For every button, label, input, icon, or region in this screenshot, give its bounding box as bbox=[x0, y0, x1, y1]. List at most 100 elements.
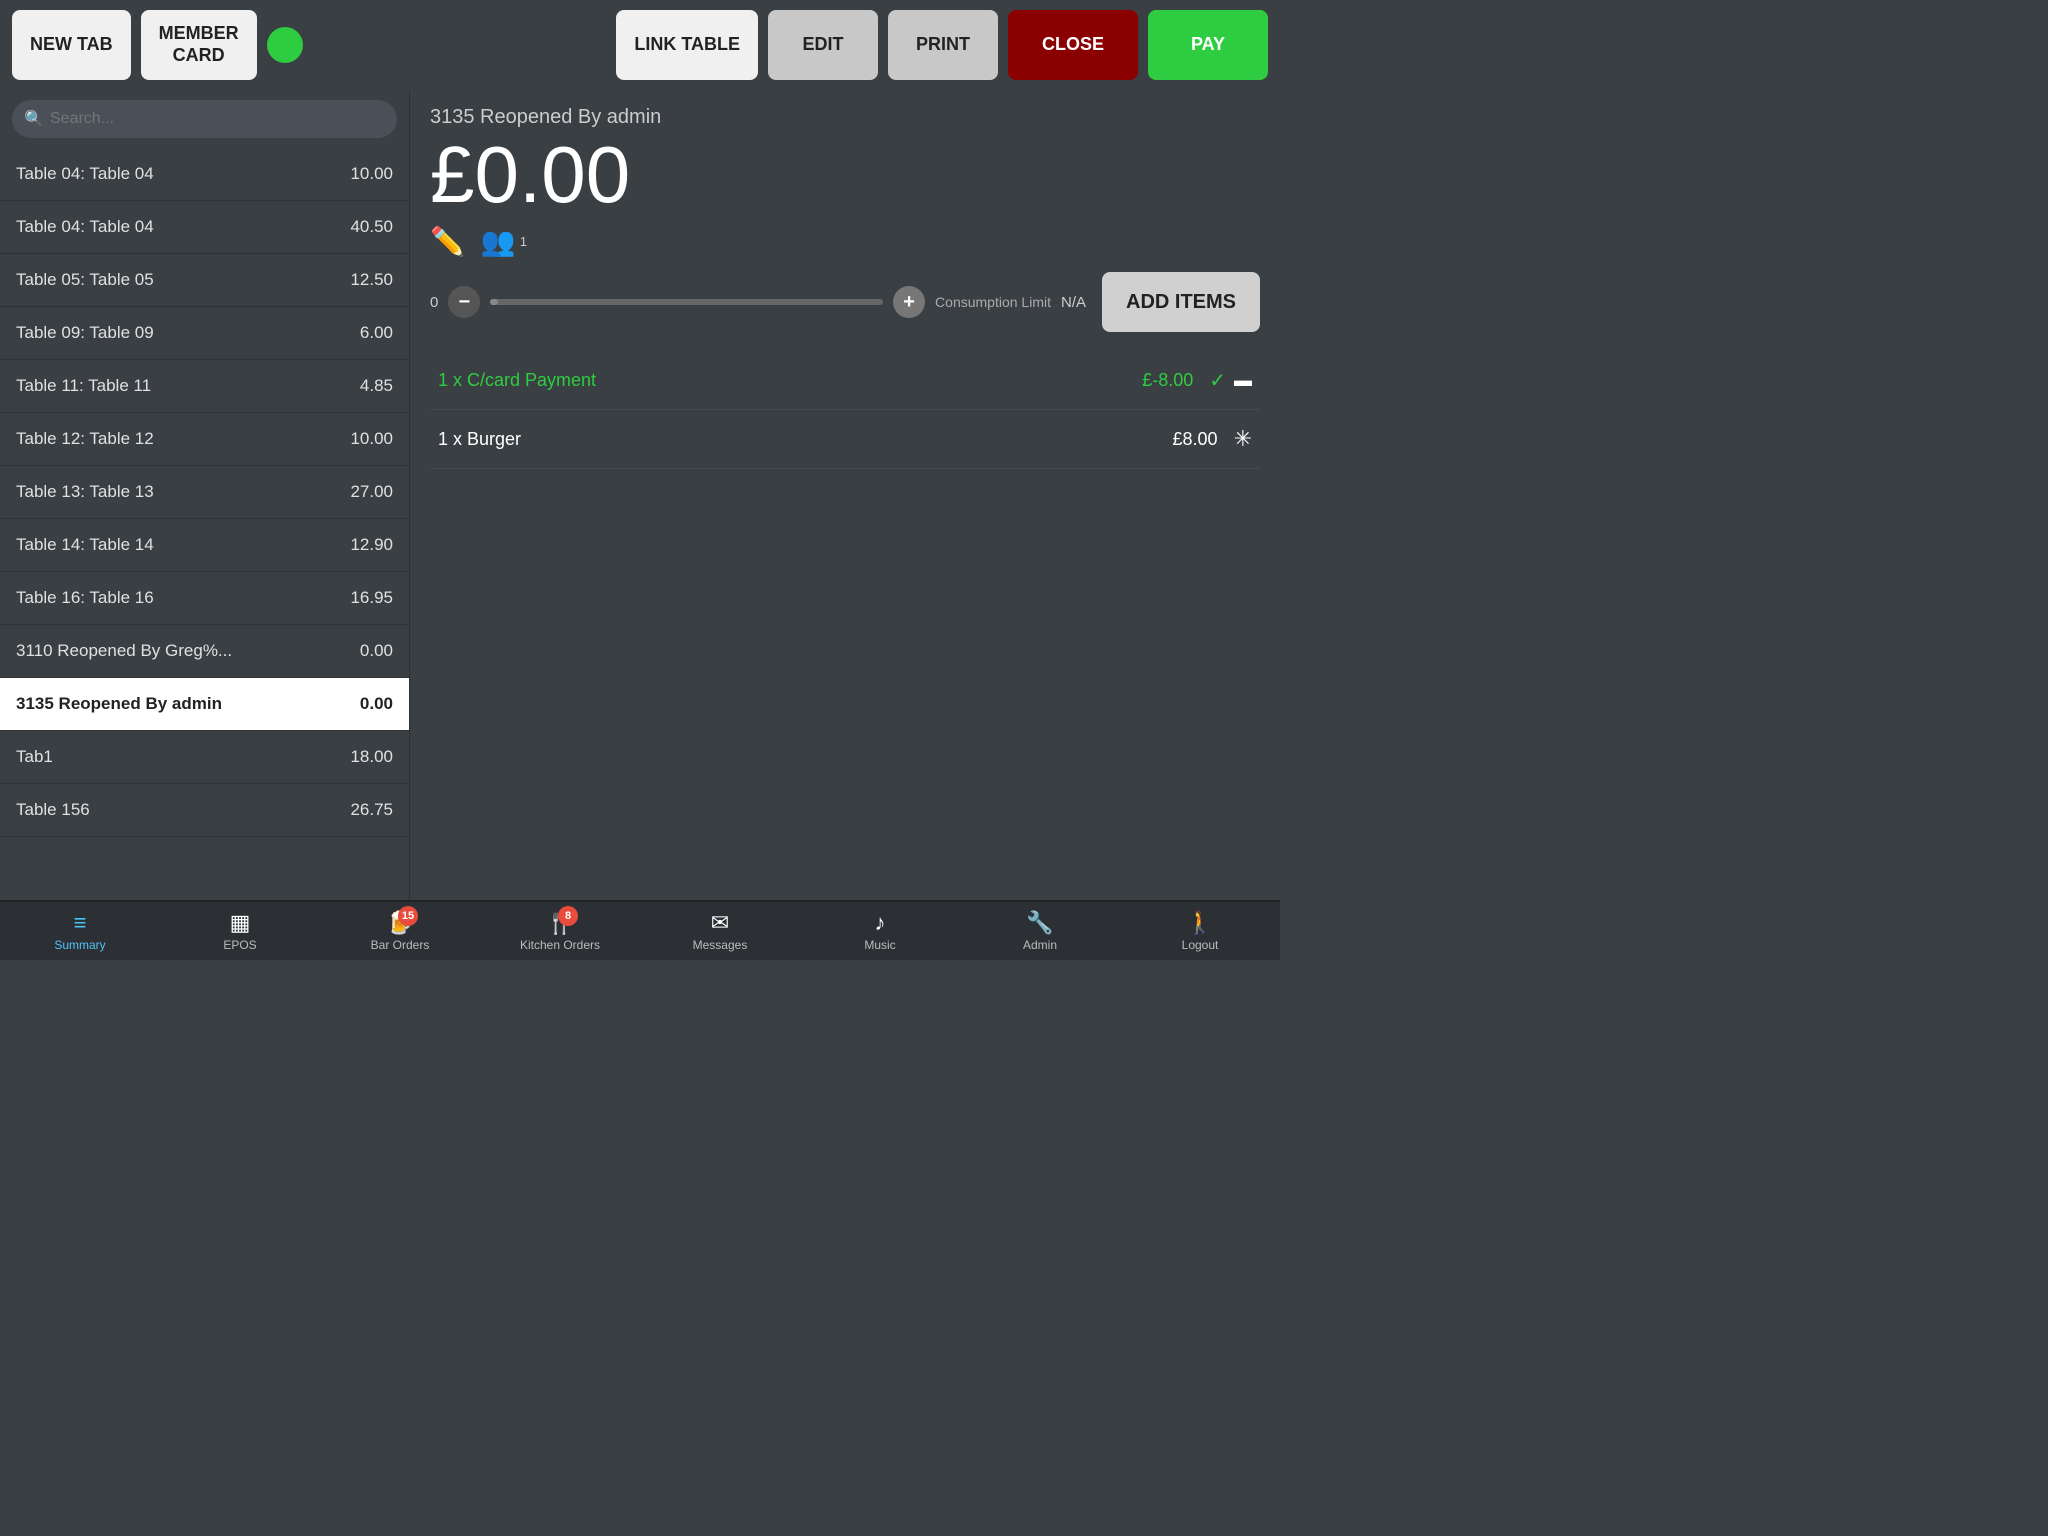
nav-label: Bar Orders bbox=[371, 938, 430, 952]
search-input[interactable] bbox=[12, 100, 397, 138]
nav-label: Summary bbox=[54, 938, 105, 952]
add-items-button[interactable]: ADD ITEMS bbox=[1102, 272, 1260, 332]
order-item: 1 x Burger £8.00 ✳ bbox=[430, 410, 1260, 469]
edit-button[interactable]: EDIT bbox=[768, 10, 878, 80]
nav-icon: ✉ bbox=[711, 910, 729, 936]
guests-count: 1 bbox=[520, 234, 527, 249]
tab-amount: 26.75 bbox=[350, 800, 393, 820]
tab-name: Table 11: Table 11 bbox=[16, 376, 151, 396]
tab-amount: 6.00 bbox=[360, 323, 393, 343]
toolbar: NEW TAB MEMBERCARD LINK TABLE EDIT PRINT… bbox=[0, 0, 1280, 90]
tab-item[interactable]: Table 14: Table 14 12.90 bbox=[0, 519, 409, 572]
nav-badge: 8 bbox=[558, 906, 578, 926]
slider-add-row: 0 − + Consumption Limit N/A ADD ITEMS bbox=[430, 272, 1260, 332]
order-item: 1 x C/card Payment £-8.00 ✓ ▬ bbox=[430, 352, 1260, 410]
tab-name: 3110 Reopened By Greg%... bbox=[16, 641, 232, 661]
pay-button[interactable]: PAY bbox=[1148, 10, 1268, 80]
nav-item-logout[interactable]: 🚶 Logout bbox=[1120, 902, 1280, 960]
tab-amount: 18.00 bbox=[350, 747, 393, 767]
close-button[interactable]: CLOSE bbox=[1008, 10, 1138, 80]
member-card-button[interactable]: MEMBERCARD bbox=[141, 10, 257, 80]
nav-item-admin[interactable]: 🔧 Admin bbox=[960, 902, 1120, 960]
tab-amount: 27.00 bbox=[350, 482, 393, 502]
tab-item[interactable]: 3135 Reopened By admin 0.00 bbox=[0, 678, 409, 731]
tab-amount: 12.50 bbox=[350, 270, 393, 290]
item-name: 1 x C/card Payment bbox=[438, 370, 1142, 391]
tab-item[interactable]: Table 13: Table 13 27.00 bbox=[0, 466, 409, 519]
slider-row: 0 − + Consumption Limit N/A bbox=[430, 286, 1086, 318]
item-price: £8.00 bbox=[1173, 429, 1218, 450]
item-name: 1 x Burger bbox=[438, 429, 1173, 450]
main-content: 🔍 Table 04: Table 0410.00Table 04: Table… bbox=[0, 90, 1280, 900]
right-info: £0.00 ✏️ 👥 1 0 − + bbox=[430, 135, 1260, 332]
nav-icon: ♪ bbox=[875, 910, 886, 936]
nav-item-bar-orders[interactable]: 15 🍺 Bar Orders bbox=[320, 902, 480, 960]
tab-item[interactable]: 3110 Reopened By Greg%... 0.00 bbox=[0, 625, 409, 678]
nav-item-kitchen-orders[interactable]: 8 🍴 Kitchen Orders bbox=[480, 902, 640, 960]
slider-decrease-button[interactable]: − bbox=[448, 286, 480, 318]
tab-list: Table 04: Table 0410.00Table 04: Table 0… bbox=[0, 148, 409, 900]
tab-name: Table 12: Table 12 bbox=[16, 429, 154, 449]
left-panel: 🔍 Table 04: Table 0410.00Table 04: Table… bbox=[0, 90, 410, 900]
tab-name: Table 14: Table 14 bbox=[16, 535, 154, 555]
tab-name: Table 09: Table 09 bbox=[16, 323, 154, 343]
tab-name: Table 04: Table 04 bbox=[16, 217, 154, 237]
tab-item[interactable]: Table 12: Table 12 10.00 bbox=[0, 413, 409, 466]
tab-amount: 0.00 bbox=[360, 641, 393, 661]
item-actions: ✳ bbox=[1234, 426, 1252, 452]
tab-item[interactable]: Table 16: Table 1616.95 bbox=[0, 572, 409, 625]
tab-item[interactable]: Tab1 18.00 bbox=[0, 731, 409, 784]
tab-name: Table 13: Table 13 bbox=[16, 482, 154, 502]
tab-name: 3135 Reopened By admin bbox=[16, 694, 222, 714]
print-button[interactable]: PRINT bbox=[888, 10, 998, 80]
tab-item[interactable]: Table 04: Table 04 10.00 bbox=[0, 148, 409, 201]
nav-label: EPOS bbox=[223, 938, 256, 952]
tab-amount: 10.00 bbox=[350, 164, 393, 184]
toolbar-right: LINK TABLE EDIT PRINT CLOSE PAY bbox=[616, 10, 1268, 80]
tab-name: Tab1 bbox=[16, 747, 53, 767]
nav-icon: 🚶 bbox=[1186, 910, 1213, 936]
right-panel: 3135 Reopened By admin £0.00 ✏️ 👥 1 0 − bbox=[410, 90, 1280, 900]
guests-icon[interactable]: 👥 1 bbox=[481, 225, 527, 258]
tab-amount: 12.90 bbox=[350, 535, 393, 555]
check-icon[interactable]: ✓ bbox=[1209, 368, 1226, 393]
tab-item[interactable]: Table 04: Table 04 40.50 bbox=[0, 201, 409, 254]
nav-item-epos[interactable]: ▦ EPOS bbox=[160, 902, 320, 960]
guests-icon-symbol: 👥 bbox=[481, 225, 516, 258]
status-indicator bbox=[267, 27, 303, 63]
new-tab-button[interactable]: NEW TAB bbox=[12, 10, 131, 80]
tab-amount: 16.95 bbox=[350, 588, 393, 608]
nav-badge: 15 bbox=[398, 906, 418, 926]
tab-amount: 0.00 bbox=[360, 694, 393, 714]
nav-item-summary[interactable]: ≡ Summary bbox=[0, 902, 160, 960]
nav-label: Music bbox=[864, 938, 895, 952]
tab-item[interactable]: Table 05: Table 05 12.50 bbox=[0, 254, 409, 307]
consumption-label: Consumption Limit bbox=[935, 294, 1051, 310]
tab-item[interactable]: Table 11: Table 11 4.85 bbox=[0, 360, 409, 413]
card-icon[interactable]: ▬ bbox=[1234, 370, 1252, 391]
tab-amount: 10.00 bbox=[350, 429, 393, 449]
slider-increase-button[interactable]: + bbox=[893, 286, 925, 318]
nav-item-music[interactable]: ♪ Music bbox=[800, 902, 960, 960]
order-title: 3135 Reopened By admin bbox=[430, 106, 1260, 129]
nav-item-messages[interactable]: ✉ Messages bbox=[640, 902, 800, 960]
tab-item[interactable]: Table 09: Table 09 6.00 bbox=[0, 307, 409, 360]
nav-label: Admin bbox=[1023, 938, 1057, 952]
tab-amount: 40.50 bbox=[350, 217, 393, 237]
order-items: 1 x C/card Payment £-8.00 ✓ ▬ 1 x Burger… bbox=[430, 352, 1260, 469]
tab-amount: 4.85 bbox=[360, 376, 393, 396]
asterisk-icon[interactable]: ✳ bbox=[1234, 426, 1252, 452]
slider-track[interactable] bbox=[490, 299, 883, 305]
bottom-nav: ≡ Summary ▦ EPOS 15 🍺 Bar Orders 8 🍴 Kit… bbox=[0, 900, 1280, 960]
nav-label: Logout bbox=[1182, 938, 1219, 952]
nav-icon: ▦ bbox=[230, 910, 251, 936]
order-total: £0.00 bbox=[430, 135, 1260, 215]
tab-item[interactable]: Table 156 26.75 bbox=[0, 784, 409, 837]
item-price: £-8.00 bbox=[1142, 370, 1193, 391]
tab-name: Table 05: Table 05 bbox=[16, 270, 154, 290]
tab-name: Table 156 bbox=[16, 800, 90, 820]
link-table-button[interactable]: LINK TABLE bbox=[616, 10, 758, 80]
tab-name: Table 04: Table 04 bbox=[16, 164, 154, 184]
right-top-row: £0.00 ✏️ 👥 1 0 − + bbox=[430, 135, 1260, 332]
edit-order-icon[interactable]: ✏️ bbox=[430, 225, 465, 258]
